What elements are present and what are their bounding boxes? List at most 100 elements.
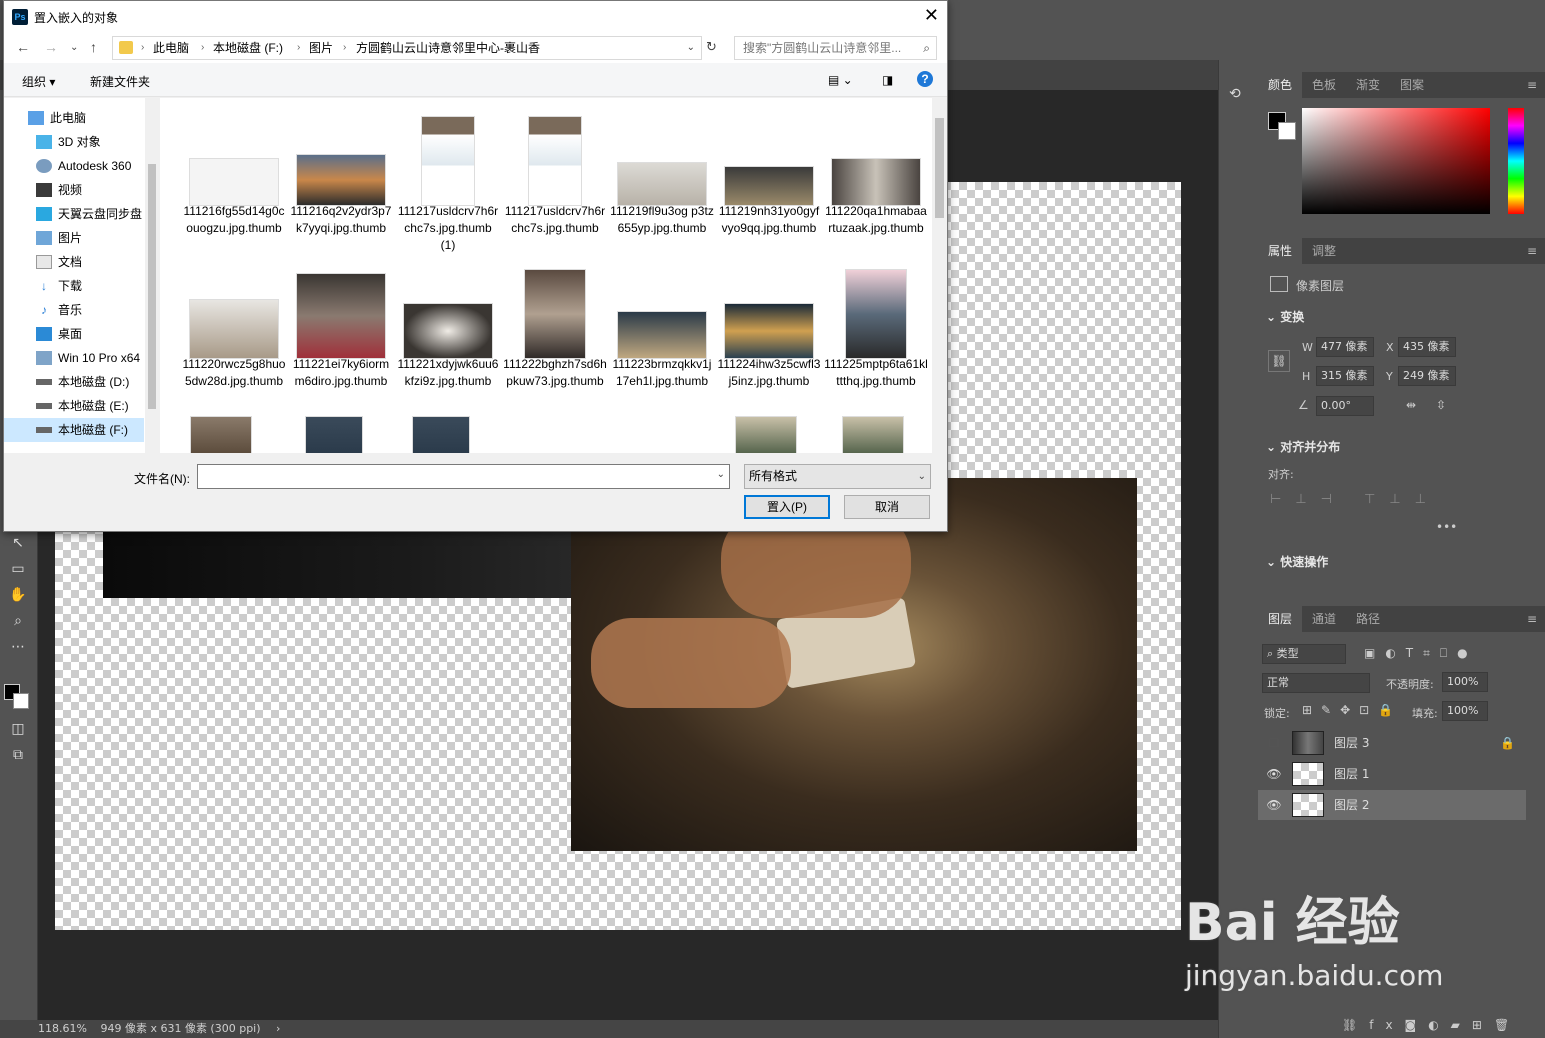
quick-actions-title[interactable]: ⌄ 快速操作 — [1266, 553, 1328, 570]
flip-vertical-icon[interactable]: ⇳ — [1436, 398, 1446, 412]
layer-name[interactable]: 图层 2 — [1334, 790, 1369, 820]
nav-item-drive-e[interactable]: 本地磁盘 (E:) — [4, 394, 144, 418]
file-thumbnail[interactable] — [305, 416, 363, 453]
link-icon[interactable]: ⛓ — [1268, 350, 1290, 372]
transform-title[interactable]: ⌄ 变换 — [1266, 308, 1304, 325]
nav-item-pictures[interactable]: 图片 — [4, 226, 144, 250]
breadcrumb-this-pc[interactable]: 此电脑 — [153, 37, 189, 59]
file-thumbnail[interactable] — [842, 416, 904, 453]
fill-field[interactable]: 100% — [1442, 701, 1488, 721]
layer-filter-icons[interactable]: ▣◐T⌗⎕● — [1364, 646, 1478, 661]
screen-mode-icon[interactable]: ⧉ — [6, 744, 30, 766]
tab-channels[interactable]: 通道 — [1302, 606, 1346, 632]
panel-menu-icon[interactable]: ≡ — [1527, 72, 1537, 98]
nav-item-drive-f[interactable]: 本地磁盘 (F:) — [4, 418, 144, 442]
layer-name[interactable]: 图层 3 — [1334, 728, 1369, 758]
scroll-thumb[interactable] — [935, 118, 944, 218]
move-tool-icon[interactable]: ↖ — [6, 532, 30, 554]
chevron-down-icon[interactable]: ⌄ — [717, 469, 725, 480]
up-arrow-icon[interactable]: ↑ — [90, 39, 97, 55]
layers-footer-icons[interactable]: ⛓fx◙◐▰⊞🗑 — [1342, 1018, 1521, 1032]
file-thumbnail[interactable] — [412, 416, 470, 453]
visibility-toggle[interactable]: ☐ — [1266, 728, 1282, 758]
hue-slider[interactable] — [1508, 108, 1524, 214]
angle-field[interactable]: 0.00° — [1316, 396, 1374, 416]
nav-item-cloud-sync[interactable]: 天翼云盘同步盘 — [4, 202, 144, 226]
blend-mode-select[interactable]: 正常 — [1262, 673, 1370, 693]
address-bar[interactable]: 此电脑 › › 本地磁盘 (F:) › 图片 › 方圆鹤山云山诗意邻里中心-裹山… — [112, 36, 702, 60]
forward-arrow-icon[interactable]: → — [44, 39, 58, 55]
layer-row[interactable]: ☐ 图层 3 🔒 — [1258, 728, 1526, 758]
search-input[interactable]: 搜索"方圆鹤山云山诗意邻里... ⌕ — [734, 36, 937, 60]
nav-item-drive-d[interactable]: 本地磁盘 (D:) — [4, 370, 144, 394]
nav-item-3d-objects[interactable]: 3D 对象 — [4, 130, 144, 154]
file-item[interactable]: 111216q2v2ydr3p7k7yyqi.jpg.thumb — [289, 106, 393, 256]
tab-swatches[interactable]: 色板 — [1302, 72, 1346, 98]
file-item[interactable]: 111223brmzqkkv1j17eh1l.jpg.thumb — [610, 259, 714, 409]
filetype-select[interactable]: 所有格式 ⌄ — [744, 464, 931, 489]
new-folder-button[interactable]: 新建文件夹 — [90, 73, 150, 90]
file-item[interactable]: 111224ihw3z5cwfl3j5inz.jpg.thumb — [717, 259, 821, 409]
zoom-tool-icon[interactable]: ⌕ — [6, 610, 30, 632]
back-arrow-icon[interactable]: ← — [16, 39, 30, 55]
file-thumbnail[interactable] — [190, 416, 252, 453]
file-item[interactable]: 111216fg55d14g0couogzu.jpg.thumb — [182, 106, 286, 256]
height-field[interactable]: 315 像素 — [1316, 366, 1374, 386]
lock-options-icons[interactable]: ⊞✎✥⊡🔒 — [1302, 703, 1402, 717]
panel-menu-icon[interactable]: ≡ — [1527, 238, 1537, 264]
opacity-field[interactable]: 100% — [1442, 672, 1488, 692]
close-icon[interactable]: ✕ — [924, 5, 939, 26]
nav-item-documents[interactable]: 文档 — [4, 250, 144, 274]
quick-mask-icon[interactable]: ◫ — [6, 718, 30, 740]
color-bg-swatch[interactable] — [1278, 122, 1296, 140]
nav-item-videos[interactable]: 视频 — [4, 178, 144, 202]
file-item[interactable]: 111219nh31yo0gyfvyo9qq.jpg.thumb — [717, 106, 821, 256]
layer-row[interactable]: 👁 图层 2 — [1258, 790, 1526, 820]
tab-color[interactable]: 颜色 — [1258, 72, 1303, 98]
refresh-icon[interactable]: ↻ — [706, 39, 717, 55]
breadcrumb-current-folder[interactable]: 方圆鹤山云山诗意邻里中心-裹山香 — [356, 37, 540, 59]
eye-icon[interactable]: 👁 — [1266, 790, 1282, 820]
file-item[interactable]: 111217usldcrv7h6rchc7s.jpg.thumb — [503, 106, 607, 256]
tab-properties[interactable]: 属性 — [1258, 238, 1303, 264]
eye-icon[interactable]: 👁 — [1266, 759, 1282, 789]
tab-adjustments[interactable]: 调整 — [1302, 238, 1346, 264]
file-item[interactable]: 111221ei7ky6iormm6diro.jpg.thumb — [289, 259, 393, 409]
nav-item-downloads[interactable]: ↓ 下载 — [4, 274, 144, 298]
file-item[interactable]: 111219fl9u3og p3tz655yp.jpg.thumb — [610, 106, 714, 256]
width-field[interactable]: 477 像素 — [1316, 337, 1374, 357]
nav-item-desktop[interactable]: 桌面 — [4, 322, 144, 346]
help-icon[interactable]: ? — [917, 71, 933, 87]
cancel-button[interactable]: 取消 — [844, 495, 930, 519]
color-picker-field[interactable] — [1302, 108, 1490, 214]
file-item[interactable]: 111217usldcrv7h6rchc7s.jpg.thumb (1) — [396, 106, 500, 256]
tab-gradients[interactable]: 渐变 — [1346, 72, 1390, 98]
align-title[interactable]: ⌄ 对齐并分布 — [1266, 438, 1340, 455]
layer-filter-select[interactable]: ⌕ 类型 — [1262, 644, 1346, 664]
breadcrumb-pictures[interactable]: 图片 — [309, 37, 333, 59]
rectangle-tool-icon[interactable]: ▭ — [6, 558, 30, 580]
background-color-swatch[interactable] — [13, 693, 29, 709]
more-tools-icon[interactable]: ⋯ — [6, 636, 30, 658]
file-item[interactable]: 111222bghzh7sd6hpkuw73.jpg.thumb — [503, 259, 607, 409]
layer-row[interactable]: 👁 图层 1 — [1258, 759, 1526, 789]
file-thumbnail[interactable] — [735, 416, 797, 453]
zoom-level[interactable]: 118.61% — [38, 1022, 87, 1035]
view-options-icon[interactable]: ▤ ⌄ — [828, 73, 853, 87]
history-icon[interactable]: ⟲ — [1229, 86, 1241, 102]
chevron-down-icon[interactable]: ⌄ — [687, 37, 695, 59]
tab-paths[interactable]: 路径 — [1346, 606, 1390, 632]
more-options-icon[interactable]: ••• — [1436, 520, 1457, 534]
x-field[interactable]: 435 像素 — [1398, 337, 1456, 357]
file-item[interactable]: 111225mptp6ta61klttthq.jpg.thumb — [824, 259, 928, 409]
nav-item-win10[interactable]: Win 10 Pro x64 — [4, 346, 144, 370]
nav-scrollbar[interactable] — [145, 98, 159, 453]
file-item[interactable]: 111220qa1hmabaartuzaak.jpg.thumb — [824, 106, 928, 256]
place-button[interactable]: 置入(P) — [744, 495, 830, 519]
scroll-thumb[interactable] — [148, 164, 156, 409]
nav-item-this-pc[interactable]: 此电脑 — [4, 106, 144, 130]
breadcrumb-drive-f[interactable]: 本地磁盘 (F:) — [213, 37, 283, 59]
organize-button[interactable]: 组织 ▾ — [22, 73, 55, 90]
file-scrollbar[interactable] — [932, 98, 947, 453]
hand-tool-icon[interactable]: ✋ — [6, 584, 30, 606]
